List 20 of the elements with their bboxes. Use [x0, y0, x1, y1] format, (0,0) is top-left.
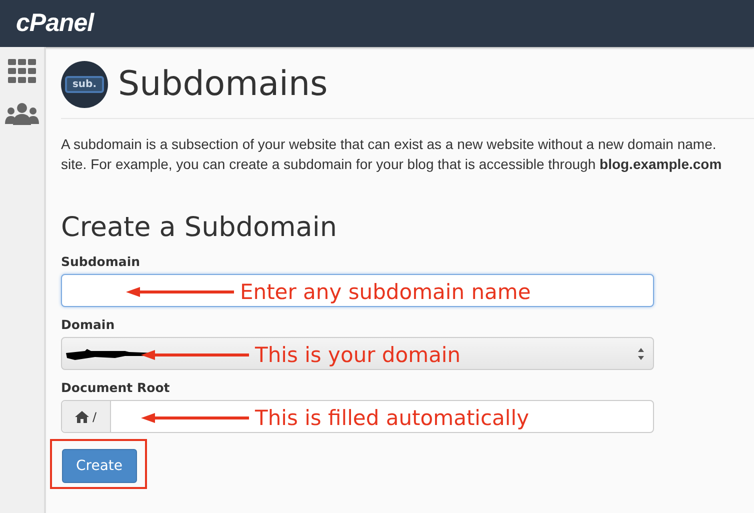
- form-heading: Create a Subdomain: [61, 212, 338, 244]
- grid-icon[interactable]: [8, 59, 36, 83]
- field-label: Document Root: [61, 380, 171, 395]
- domain-select[interactable]: [61, 337, 654, 370]
- field-label: Subdomain: [61, 254, 142, 269]
- subdomain-field[interactable]: [61, 274, 654, 307]
- subdomains-icon: sub.: [61, 60, 108, 108]
- annotation-text: This is filled automatically: [255, 406, 530, 430]
- annotation-text: This is your domain: [255, 343, 461, 367]
- annotation-text: Enter any subdomain name: [240, 280, 531, 304]
- users-icon[interactable]: [5, 103, 39, 125]
- create-button[interactable]: Create: [62, 449, 137, 483]
- logo[interactable]: cPanel: [16, 9, 94, 38]
- description-text: site. For example, you can create a subdomain for your blog that is accessible through blog.example.com: [61, 155, 723, 174]
- page-title: Subdomains: [118, 64, 328, 104]
- home-addon: /: [62, 401, 111, 432]
- home-icon: [75, 410, 90, 422]
- description-text: A subdomain is a subsection of your website that can exist as a new website without a new domain name.: [61, 135, 718, 154]
- field-label: Domain: [61, 317, 116, 332]
- updown-icon: [637, 346, 645, 360]
